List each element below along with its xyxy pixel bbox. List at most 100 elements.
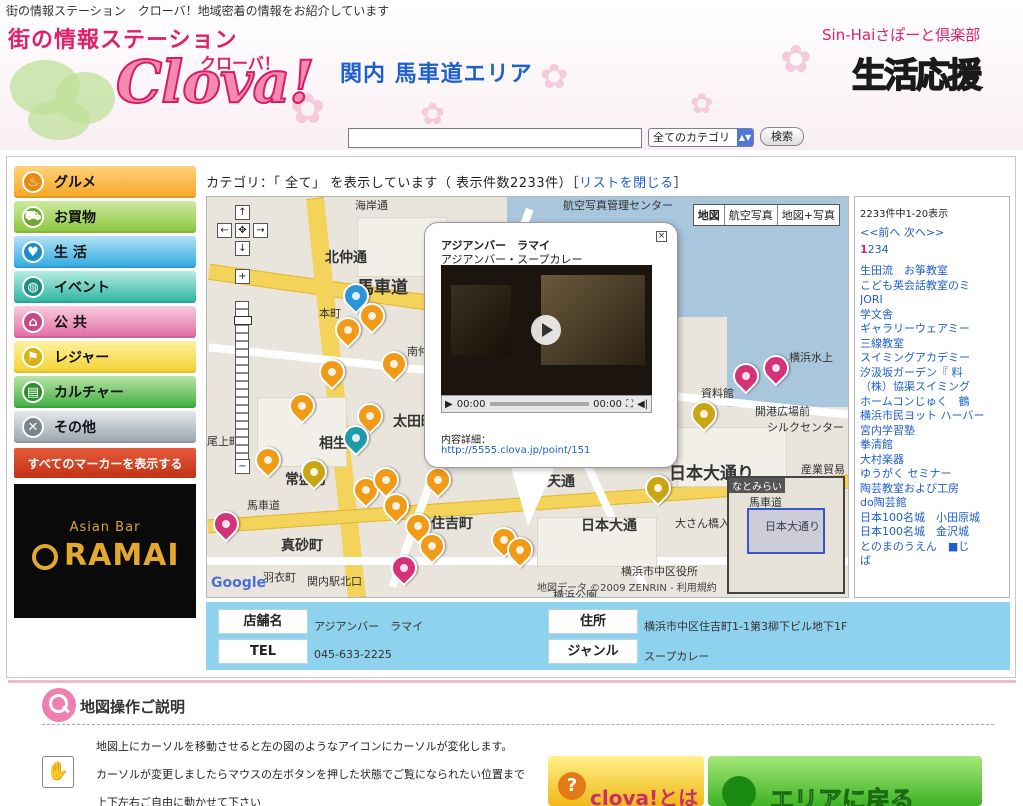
back-button-label: エリアに戻る [770,786,915,806]
hand-cursor-icon: ✋ [42,756,74,788]
close-list-link[interactable]: リストを閉じる [579,176,674,191]
pan-down-button[interactable]: ↓ [235,241,250,256]
question-icon: ? [558,772,586,800]
result-list-item[interactable]: 大村楽器 [860,453,1004,468]
result-list-item[interactable]: 三線教室 [860,337,1004,352]
map-label: 関内駅北口 [307,575,362,588]
volume-icon[interactable]: ◀| [637,399,648,410]
video-time-total: 00:00 [593,398,622,410]
zoom-out-button[interactable]: − [235,459,250,474]
category-select[interactable]: 全てのカテゴリ ▲▼ [648,128,754,147]
result-list-item[interactable]: 宮内学習塾 [860,424,1004,439]
result-list-item[interactable]: ギャラリーウェアミー [860,322,1004,337]
result-list-item[interactable]: 日本100名城 小田原城 [860,511,1004,526]
page-number[interactable]: 2 [868,243,875,256]
play-icon[interactable] [531,315,561,345]
map-overview[interactable]: なとみらい 馬車道 日本大通り [727,476,845,594]
category-button-leisure[interactable]: ⚑ レジャー [14,341,196,373]
map-label: 横浜水上 [789,351,833,364]
support-logo-char: 援 [947,55,983,97]
category-button-gourmet[interactable]: ♨ グルメ [14,166,196,198]
status-prefix: カテゴリ：「 全て」 を表示しています（ 表示件数2233件）［ [206,176,580,191]
fullscreen-icon[interactable]: ⛶ [626,399,633,410]
result-list-item[interactable]: 生田流 お筝教室 [860,264,1004,279]
popup-detail-link[interactable]: http://5555.clova.jp/point/151 [441,445,590,456]
back-to-area-button[interactable]: エリアに戻る [708,756,982,806]
result-list-item[interactable]: 学文舎 [860,308,1004,323]
flower-decoration: ✿ [420,97,446,132]
pan-right-button[interactable]: → [253,223,268,238]
heart-icon: ♥ [22,241,44,263]
site-header: 街の情報ステーション クローバ！地域密着の情報をお紹介しています ✿ ✿ ✿ ✿… [0,0,1023,150]
page-number[interactable]: 4 [882,243,889,256]
result-list-item[interactable]: JORI [860,293,1004,308]
zoom-slider-handle[interactable] [234,316,252,325]
map-label: 開港広場前 [755,405,810,418]
map-label: 資料館 [701,387,734,400]
show-all-markers-button[interactable]: すべてのマーカーを表示する [14,448,196,478]
result-list-item[interactable]: 拳清館 [860,438,1004,453]
pan-left-button[interactable]: ← [217,223,232,238]
search-button[interactable]: 検索 [760,127,804,146]
category-button-shopping[interactable]: ⛟ お買物 [14,201,196,233]
result-items: 生田流 お筝教室 こども英会話教室のミ JORI 学文舎 ギャラリーウェアミー 三線教室ス… [860,264,1004,569]
category-button-event[interactable]: ◍ イベント [14,271,196,303]
category-button-life[interactable]: ♥ 生 活 [14,236,196,268]
category-button-culture[interactable]: ▤ カルチャー [14,376,196,408]
flower-decoration: ✿ [690,87,714,120]
magnifier-icon [42,688,76,722]
pan-center-button[interactable]: ✥ [235,223,250,238]
category-button-other[interactable]: ✕ その他 [14,411,196,443]
search-input[interactable] [348,128,642,148]
popup-video[interactable] [441,265,652,395]
play-small-icon[interactable]: ▶ [445,399,453,410]
result-count: 2233件中1-20表示 [860,209,949,220]
video-seek-bar[interactable] [489,402,590,406]
shop-name-value: アジアンバー ラマイ [314,620,424,633]
popup-detail-label: 内容詳細： [441,435,491,446]
result-list-item[interactable]: とのまのうえん ■じ [860,540,1004,555]
map-label: 真砂町 [281,538,323,554]
result-list-item[interactable]: 日本100名城 金沢城 [860,525,1004,540]
map-type-map[interactable]: 地図 [694,205,724,225]
address-label: 住所 [548,609,638,634]
result-list-item[interactable]: ば [860,554,1004,569]
category-label: お買物 [54,210,96,226]
brand-kana: クローバ！ [200,54,280,73]
page-number[interactable]: 3 [875,243,882,256]
pan-up-button[interactable]: ↑ [235,205,250,220]
result-list-item[interactable]: スイミングアカデミー [860,351,1004,366]
zoom-in-button[interactable]: + [235,269,250,284]
result-list-item[interactable]: 陶芸教室および工房 [860,482,1004,497]
map-credit[interactable]: 地図データ ©2009 ZENRIN - 利用規約 [537,579,717,594]
ad-banner[interactable]: Asian Bar RAMAI [14,484,196,618]
popup-tail [510,464,556,526]
result-list-item[interactable]: こども英会話教室のミ [860,279,1004,294]
result-list-item[interactable]: ゆうがく セミナー [860,467,1004,482]
shop-detail-bar: 店舗名 アジアンバー ラマイ TEL 045-633-2225 住所 横浜市中区… [206,602,1010,670]
map-label: 北仲通 [325,250,367,266]
result-list-item[interactable]: （株）協渠スイミング [860,380,1004,395]
help-text-line: カーソルが変更しましたらマウスの左ボタンを押した状態でご覧になられたい位置まで [96,768,525,781]
category-button-public[interactable]: ⌂ 公 共 [14,306,196,338]
map-marker-public[interactable] [207,505,245,543]
result-list-item[interactable]: ホームコンじゅく 鶴 [860,395,1004,410]
result-list-item[interactable]: 汐汲坂ガーデン『 料 [860,366,1004,381]
help-title: 地図操作ご説明 [80,698,186,716]
map-label: 航空写真管理センター [563,199,673,212]
about-clova-button[interactable]: ? clova!とは [548,756,704,806]
overview-viewport[interactable] [747,508,825,554]
support-logo[interactable]: 生活応援 [851,48,983,97]
result-pagination-nav[interactable]: <<前へ 次へ>> [860,224,1004,240]
zoom-slider[interactable] [234,301,252,461]
result-list-item[interactable]: 横浜市民ヨット ハーバー [860,409,1004,424]
running-person-icon: ⚑ [22,346,44,368]
result-list-item[interactable]: do陶芸館 [860,496,1004,511]
map-type-switcher: 地図 航空写真 地図+写真 [692,204,840,226]
page-number-current[interactable]: 1 [860,243,868,256]
close-icon[interactable]: × [656,231,667,242]
map-label: 横浜市中区役所 [621,565,698,578]
map-type-satellite[interactable]: 航空写真 [723,205,777,225]
map-type-hybrid[interactable]: 地図+写真 [776,205,839,225]
category-label: カルチャー [54,385,124,401]
